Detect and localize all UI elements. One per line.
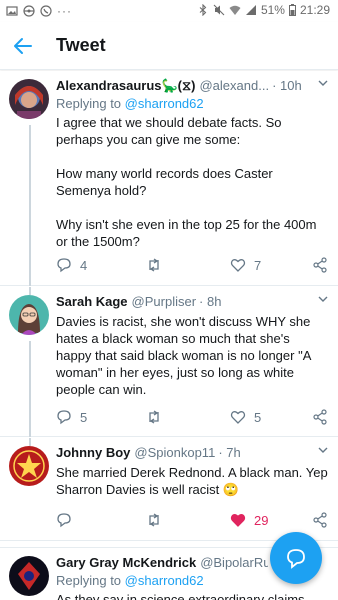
tweet[interactable]: Johnny Boy @Spionkop11 · 7h She married … xyxy=(0,438,338,541)
heart-filled-icon xyxy=(230,514,246,527)
avatar[interactable] xyxy=(9,446,49,486)
notification-icons: ··· xyxy=(6,4,72,18)
back-arrow-icon[interactable] xyxy=(12,35,34,57)
tweet-header: Sarah Kage @Purpliser · 8h xyxy=(56,293,328,310)
avatar[interactable] xyxy=(9,295,49,335)
thread-line xyxy=(29,287,31,295)
reply-button[interactable] xyxy=(56,512,80,528)
reply-icon xyxy=(57,513,71,528)
reply-icon xyxy=(57,410,71,425)
replying-to: Replying to @sharrond62 xyxy=(56,573,204,588)
app-header: Tweet xyxy=(0,22,338,70)
share-button[interactable] xyxy=(312,257,328,273)
reply-button[interactable]: 5 xyxy=(56,409,87,425)
chevron-down-icon[interactable] xyxy=(318,295,328,303)
handle[interactable]: @alexand... xyxy=(199,77,269,94)
reply-count: 4 xyxy=(80,257,88,273)
page-title: Tweet xyxy=(56,35,106,55)
status-bar: ··· 51% 21:29 xyxy=(0,0,338,22)
retweet-button[interactable] xyxy=(146,512,170,528)
display-name[interactable]: Gary Gray McKendrick xyxy=(56,554,196,571)
wifi-icon xyxy=(229,5,241,15)
timestamp: · 10h xyxy=(272,78,302,93)
reply-count: 5 xyxy=(80,409,88,425)
mention-link[interactable]: @sharrond62 xyxy=(125,96,204,111)
share-icon xyxy=(313,512,327,528)
battery-percent: 51% xyxy=(260,3,285,17)
share-button[interactable] xyxy=(312,512,328,528)
display-name[interactable]: Alexandrasaurus xyxy=(56,77,162,94)
gallery-icon xyxy=(6,6,18,16)
more-notifications-icon: ··· xyxy=(57,4,72,18)
like-count: 29 xyxy=(254,512,269,528)
mention-link[interactable]: @sharrond62 xyxy=(125,573,204,588)
heart-icon xyxy=(230,411,246,424)
like-button[interactable]: 5 xyxy=(230,409,261,425)
clock: 21:29 xyxy=(299,3,330,17)
retweet-button[interactable] xyxy=(146,257,170,273)
retweet-icon xyxy=(149,513,159,527)
compose-reply-button[interactable] xyxy=(270,532,322,584)
system-indicators: 51% 21:29 xyxy=(197,3,330,17)
like-button[interactable]: 29 xyxy=(230,512,268,528)
share-icon xyxy=(313,257,327,273)
tweet-content: Johnny Boy @Spionkop11 · 7h She married … xyxy=(56,444,328,498)
retweet-icon xyxy=(149,410,159,424)
tweet[interactable]: Alexandrasaurus 🦕(⧖) @alexand... · 10h R… xyxy=(0,71,338,286)
tweet-content: Alexandrasaurus 🦕(⧖) @alexand... · 10h R… xyxy=(56,77,328,250)
like-button[interactable]: 7 xyxy=(230,257,261,273)
whatsapp-icon xyxy=(40,5,52,17)
thread-line xyxy=(29,125,31,286)
handle[interactable]: @BipolarRu... xyxy=(200,554,268,571)
share-icon xyxy=(313,409,327,425)
mute-icon xyxy=(213,4,225,16)
retweet-button[interactable] xyxy=(146,409,170,425)
tweet-header: Alexandrasaurus 🦕(⧖) @alexand... · 10h xyxy=(56,77,328,94)
handle[interactable]: @Purpliser xyxy=(132,293,197,310)
retweet-icon xyxy=(149,258,159,272)
tweet-content: Gary Gray McKendrick @BipolarRu... Reply… xyxy=(56,554,305,600)
avatar[interactable] xyxy=(9,79,49,119)
bluetooth-icon xyxy=(199,4,207,16)
replying-to: Replying to @sharrond62 xyxy=(56,96,204,111)
like-count: 7 xyxy=(254,257,262,273)
chevron-down-icon[interactable] xyxy=(318,446,328,454)
tweet-text: As they say in science extraordinary cla… xyxy=(56,592,305,600)
tweet-text: I agree that we should debate facts. So … xyxy=(56,115,317,249)
display-name[interactable]: Johnny Boy xyxy=(56,444,130,461)
tweet-actions: 29 xyxy=(56,510,328,530)
avatar[interactable] xyxy=(9,556,49,596)
like-count: 5 xyxy=(254,409,262,425)
chevron-down-icon[interactable] xyxy=(318,79,328,87)
timestamp: · 8h xyxy=(199,294,222,309)
timestamp: · 7h xyxy=(218,445,241,460)
thread-line xyxy=(29,341,31,437)
tweet-actions: 4 7 xyxy=(56,255,328,275)
heart-icon xyxy=(230,259,246,272)
tweet-text: She married Derek Rednond. A black man. … xyxy=(56,465,332,497)
reply-icon xyxy=(57,258,71,273)
tweet-content: Sarah Kage @Purpliser · 8h Davies is rac… xyxy=(56,293,328,398)
signal-icon xyxy=(245,5,256,15)
name-emoji: 🦕(⧖) xyxy=(161,78,196,93)
reply-button[interactable]: 4 xyxy=(56,257,87,273)
share-button[interactable] xyxy=(312,409,328,425)
handle[interactable]: @Spionkop11 xyxy=(134,444,215,461)
tweet[interactable]: Sarah Kage @Purpliser · 8h Davies is rac… xyxy=(0,287,338,437)
tweet-header: Johnny Boy @Spionkop11 · 7h xyxy=(56,444,328,461)
tweet-actions: 5 5 xyxy=(56,407,328,427)
tweet-text: Davies is racist, she won't discuss WHY … xyxy=(56,314,315,397)
chat-bubble-icon xyxy=(287,549,305,569)
tweet-header: Gary Gray McKendrick @BipolarRu... xyxy=(56,554,268,571)
pokeball-icon xyxy=(23,5,35,17)
battery-icon xyxy=(288,4,296,16)
thread-line xyxy=(29,438,31,446)
display-name[interactable]: Sarah Kage xyxy=(56,293,128,310)
